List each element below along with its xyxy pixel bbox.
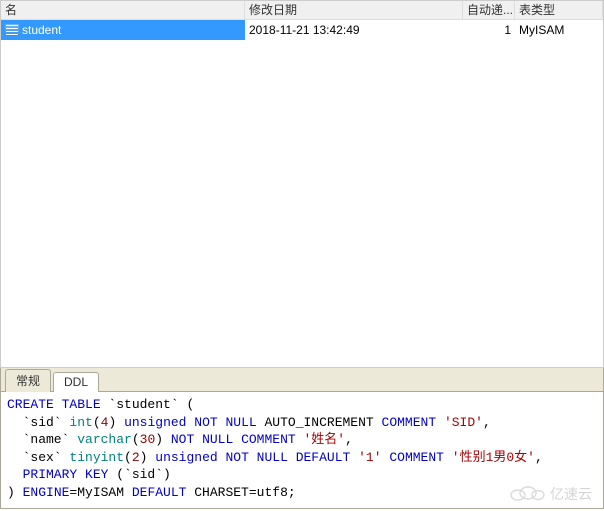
kw-primary-key: PRIMARY KEY <box>7 467 108 482</box>
ddl-text: (`sid`) <box>108 467 170 482</box>
kw-not-null-comment: NOT NULL COMMENT <box>171 432 296 447</box>
ddl-text: , <box>535 450 543 465</box>
kw-comment: COMMENT <box>389 450 444 465</box>
num-literal: 2 <box>132 450 140 465</box>
table-row[interactable]: student 2018-11-21 13:42:49 1 MyISAM <box>1 20 603 40</box>
cell-name: student <box>1 20 245 40</box>
ddl-text: ( <box>132 432 140 447</box>
ddl-editor[interactable]: CREATE TABLE `student` ( `sid` int(4) un… <box>0 392 604 509</box>
str-literal: 'SID' <box>444 415 483 430</box>
ddl-text: `name` <box>7 432 77 447</box>
ddl-text: ) <box>7 485 23 500</box>
tabs-bar: 常规 DDL <box>0 368 604 392</box>
kw-unsigned-not-null-default: unsigned NOT NULL DEFAULT <box>155 450 350 465</box>
ddl-text <box>436 415 444 430</box>
table-name-text: student <box>22 20 61 40</box>
tab-ddl[interactable]: DDL <box>53 372 99 392</box>
ddl-text: ) <box>108 415 124 430</box>
column-header-row: 名 修改日期 自动递... 表类型 <box>1 1 603 20</box>
kw-comment: COMMENT <box>382 415 437 430</box>
kw-create-table: CREATE TABLE <box>7 397 101 412</box>
ddl-text: =MyISAM <box>69 485 131 500</box>
ddl-text: `sid` <box>7 415 69 430</box>
ddl-text: , <box>345 432 353 447</box>
ddl-text: ( <box>93 415 101 430</box>
kw-unsigned-not-null: unsigned NOT NULL <box>124 415 257 430</box>
table-list-pane: 名 修改日期 自动递... 表类型 student 2018-11-21 13:… <box>0 0 604 368</box>
ddl-text: `student` ( <box>101 397 195 412</box>
cell-auto: 1 <box>463 20 515 40</box>
kw-engine: ENGINE <box>23 485 70 500</box>
table-icon <box>5 24 19 36</box>
col-header-name[interactable]: 名 <box>1 1 245 19</box>
ddl-text: CHARSET=utf8; <box>186 485 295 500</box>
str-literal: '姓名' <box>304 432 346 447</box>
col-header-auto[interactable]: 自动递... <box>463 1 515 19</box>
ddl-text <box>296 432 304 447</box>
kw-tinyint: tinyint <box>69 450 124 465</box>
ddl-text <box>350 450 358 465</box>
ddl-text: AUTO_INCREMENT <box>257 415 382 430</box>
kw-int: int <box>69 415 92 430</box>
cell-modified: 2018-11-21 13:42:49 <box>245 20 463 40</box>
num-literal: 30 <box>140 432 156 447</box>
ddl-text: , <box>483 415 491 430</box>
tab-general[interactable]: 常规 <box>5 369 51 392</box>
col-header-modified[interactable]: 修改日期 <box>245 1 463 19</box>
kw-varchar: varchar <box>77 432 132 447</box>
ddl-text: ) <box>140 450 156 465</box>
col-header-type[interactable]: 表类型 <box>515 1 603 19</box>
ddl-text: ) <box>155 432 171 447</box>
str-literal: '性别1男0女' <box>452 450 535 465</box>
ddl-text: ( <box>124 450 132 465</box>
ddl-text: `sex` <box>7 450 69 465</box>
ddl-text <box>444 450 452 465</box>
cell-type: MyISAM <box>515 20 603 40</box>
kw-default: DEFAULT <box>132 485 187 500</box>
str-literal: '1' <box>358 450 381 465</box>
